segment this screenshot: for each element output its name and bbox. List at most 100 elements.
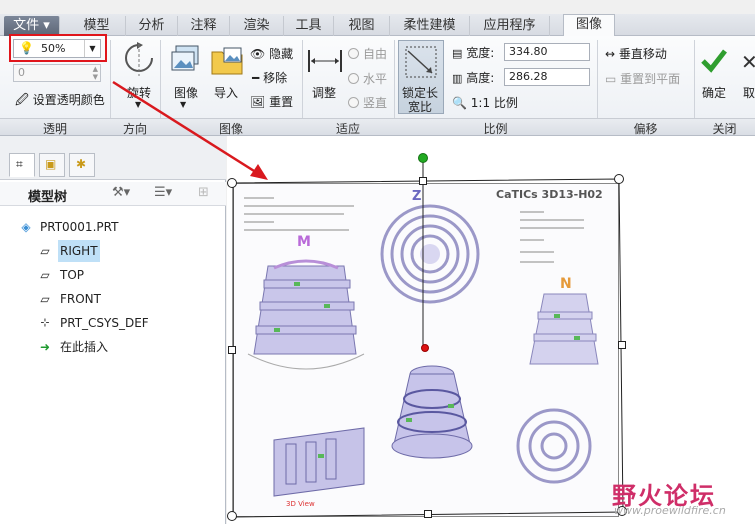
navigator-panel: ⌗ ▣ ✱ 模型树 ⚒▾ ☰▾ ⊞ ◈ PRT0001.PRT ▱ RIGHT … bbox=[0, 136, 226, 524]
tree-item-right[interactable]: ▱ RIGHT bbox=[0, 240, 226, 262]
image-button[interactable] bbox=[170, 44, 202, 81]
tab-image[interactable]: 图像 bbox=[563, 14, 615, 37]
tab-favorites[interactable]: ✱ bbox=[69, 153, 95, 177]
pivot-point[interactable] bbox=[421, 344, 429, 352]
lock-ratio-icon bbox=[405, 46, 437, 78]
cancel-button[interactable]: ✕ bbox=[741, 50, 755, 74]
set-transparent-color-button[interactable]: 🖉 设置透明颜色 bbox=[15, 91, 105, 113]
tree-item-top[interactable]: ▱ TOP bbox=[0, 264, 226, 286]
eye-icon: 👁 bbox=[250, 47, 266, 61]
edge-handle-top[interactable] bbox=[419, 177, 427, 185]
chevron-down-icon[interactable]: ▼ bbox=[135, 100, 141, 109]
eyedropper-icon: 🖉 bbox=[15, 93, 29, 108]
adjust-button[interactable] bbox=[307, 48, 343, 77]
datum-plane-icon: ▱ bbox=[40, 268, 50, 282]
remove-button[interactable]: ━ 移除 bbox=[252, 69, 287, 86]
corner-handle-bottom-left[interactable] bbox=[227, 511, 237, 521]
group-label-direction: 方向 bbox=[122, 122, 147, 136]
magnifier-100-icon: 🔍 bbox=[452, 96, 467, 110]
reset-image-icon: 🖼 bbox=[250, 95, 266, 109]
width-icon: ▤ bbox=[452, 47, 463, 60]
tab-view[interactable]: 视图 bbox=[334, 16, 390, 36]
transparency-spin-input[interactable]: 0 ▲ ▼ bbox=[13, 64, 101, 82]
width-input[interactable]: 334.80 bbox=[504, 43, 590, 61]
image-label: 图像 bbox=[174, 86, 199, 100]
hide-button[interactable]: 👁 隐藏 bbox=[250, 45, 293, 62]
view-label-n: N bbox=[560, 276, 572, 292]
edge-handle-right[interactable] bbox=[618, 341, 626, 349]
edge-handle-left[interactable] bbox=[228, 346, 236, 354]
corner-handle-top-left[interactable] bbox=[227, 178, 237, 188]
tab-analysis[interactable]: 分析 bbox=[126, 16, 178, 36]
tab-model[interactable]: 模型 bbox=[68, 16, 126, 36]
datum-plane-icon: ▱ bbox=[40, 292, 50, 306]
view-label-z: Z bbox=[412, 189, 422, 204]
edge-handle-bottom[interactable] bbox=[424, 510, 432, 518]
double-arrow-icon: ↔ bbox=[605, 47, 616, 61]
coordinate-system-icon: ⊹ bbox=[40, 316, 50, 329]
view-caption: 3D View bbox=[286, 500, 315, 508]
tab-tools[interactable]: 工具 bbox=[284, 16, 334, 36]
group-label-fit: 适应 bbox=[335, 122, 360, 136]
lock-aspect-ratio-button[interactable]: 锁定长 宽比 bbox=[398, 40, 444, 114]
tab-annotate[interactable]: 注释 bbox=[178, 16, 230, 36]
radio-vertical[interactable]: 竖直 bbox=[348, 94, 387, 111]
reset-to-plane-button[interactable]: ▭ 重置到平面 bbox=[605, 70, 680, 87]
adjust-label: 调整 bbox=[312, 86, 337, 100]
tree-item-insert-here[interactable]: ➜ 在此插入 bbox=[0, 336, 226, 358]
model-tree-header: 模型树 ⚒▾ ☰▾ ⊞ bbox=[0, 182, 226, 206]
group-label-close: 关闭 bbox=[712, 122, 737, 136]
tab-applications[interactable]: 应用程序 bbox=[470, 16, 550, 36]
drawing-header-text: CaTICs 3D13-H02 bbox=[496, 188, 603, 201]
highlight-box bbox=[9, 34, 107, 62]
rotate-label: 旋转 bbox=[127, 86, 152, 100]
corner-handle-top-right[interactable] bbox=[614, 174, 624, 184]
tab-flexible-modeling[interactable]: 柔性建模 bbox=[390, 16, 470, 36]
tree-item-csys[interactable]: ⊹ PRT_CSYS_DEF bbox=[0, 312, 226, 334]
minus-icon: ━ bbox=[252, 71, 260, 85]
width-label: ▤ 宽度: bbox=[452, 46, 495, 60]
fit-width-icon bbox=[308, 50, 342, 72]
tools-icon[interactable]: ⚒▾ bbox=[112, 185, 130, 200]
image-stack-icon bbox=[171, 45, 199, 71]
folder-icon: ▣ bbox=[45, 157, 57, 171]
view-label-m: M bbox=[297, 234, 311, 250]
reset-button[interactable]: 🖼 重置 bbox=[250, 93, 293, 110]
radio-horizontal[interactable]: 水平 bbox=[348, 70, 387, 87]
filter-icon[interactable]: ⊞ bbox=[198, 185, 209, 200]
folder-image-icon bbox=[211, 47, 243, 75]
part-cube-icon: ◈ bbox=[21, 220, 31, 234]
checkmark-icon bbox=[701, 49, 727, 73]
group-label-scale: 比例 bbox=[483, 122, 508, 136]
tab-folder-browser[interactable]: ▣ bbox=[39, 153, 65, 177]
rotate-icon bbox=[125, 42, 153, 76]
chevron-down-icon[interactable]: ▼ bbox=[180, 100, 186, 109]
import-button[interactable] bbox=[210, 44, 244, 81]
rotate-button[interactable] bbox=[123, 42, 155, 81]
tree-item-front[interactable]: ▱ FRONT bbox=[0, 288, 226, 310]
ok-button[interactable] bbox=[700, 46, 728, 77]
tab-render[interactable]: 渲染 bbox=[230, 16, 284, 36]
group-label-image: 图像 bbox=[218, 122, 243, 136]
height-icon: ▥ bbox=[452, 72, 463, 85]
tree-item-part[interactable]: ◈ PRT0001.PRT bbox=[0, 216, 226, 238]
group-label-offset: 偏移 bbox=[633, 122, 658, 136]
tab-model-tree[interactable]: ⌗ bbox=[9, 153, 35, 177]
one-to-one-scale-button[interactable]: 🔍 1:1 比例 bbox=[452, 94, 518, 111]
green-arrow-icon: ➜ bbox=[39, 340, 51, 354]
radio-free[interactable]: 自由 bbox=[348, 45, 387, 62]
height-label: ▥ 高度: bbox=[452, 71, 495, 85]
height-input[interactable]: 286.28 bbox=[504, 68, 590, 86]
menu-tab-bar: 文件 ▾ 模型 分析 注释 渲染 工具 视图 柔性建模 应用程序 图像 bbox=[0, 14, 755, 37]
spin-arrows-icon[interactable]: ▲ ▼ bbox=[93, 65, 98, 81]
rotate-handle[interactable] bbox=[418, 153, 428, 163]
model-tree-title: 模型树 bbox=[28, 190, 68, 205]
settings-list-icon[interactable]: ☰▾ bbox=[154, 185, 172, 200]
cancel-label: 取 bbox=[743, 86, 755, 100]
tree-icon: ⌗ bbox=[16, 157, 23, 171]
ok-label: 确定 bbox=[702, 86, 727, 100]
star-icon: ✱ bbox=[76, 157, 87, 171]
vertical-move-button[interactable]: ↔ 垂直移动 bbox=[605, 45, 667, 62]
tab-file[interactable]: 文件 ▾ bbox=[4, 16, 60, 36]
ribbon-group-labels: 透明 方向 图像 适应 比例 偏移 关闭 bbox=[0, 118, 755, 136]
